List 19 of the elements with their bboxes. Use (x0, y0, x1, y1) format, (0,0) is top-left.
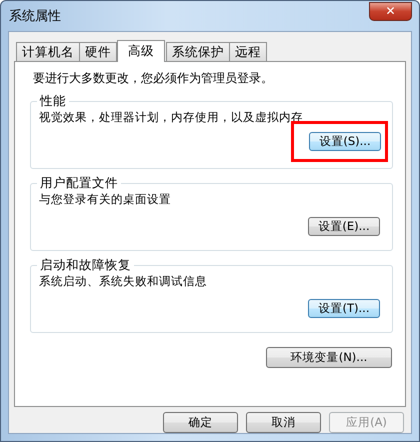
group-description: 与您登录有关的桌面设置 (39, 192, 172, 207)
settings-button[interactable]: 设置(T)... (308, 299, 380, 318)
tab[interactable]: 高级 (117, 40, 165, 62)
dialog-button[interactable]: 取消 (246, 412, 321, 433)
tab[interactable]: 系统保护 (166, 42, 230, 61)
group-title: 用户配置文件 (37, 175, 121, 192)
tab[interactable]: 计算机名 (16, 42, 80, 61)
tab[interactable]: 远程 (229, 42, 267, 61)
admin-notice: 要进行大多数更改，您必须作为管理员登录。 (33, 70, 274, 87)
environment-variables-button[interactable]: 环境变量(N)... (266, 347, 392, 368)
tab[interactable]: 硬件 (79, 42, 117, 61)
settings-button[interactable]: 设置(E)... (308, 217, 380, 236)
dialog-button[interactable]: 确定 (163, 412, 238, 433)
window-title: 系统属性 (8, 8, 61, 25)
group-description: 系统启动、系统失败和调试信息 (39, 274, 208, 289)
group-title: 性能 (37, 93, 69, 110)
group-title: 启动和故障恢复 (37, 257, 134, 274)
close-button[interactable]: ✕ (369, 2, 412, 20)
settings-button[interactable]: 设置(S)... (309, 132, 381, 151)
